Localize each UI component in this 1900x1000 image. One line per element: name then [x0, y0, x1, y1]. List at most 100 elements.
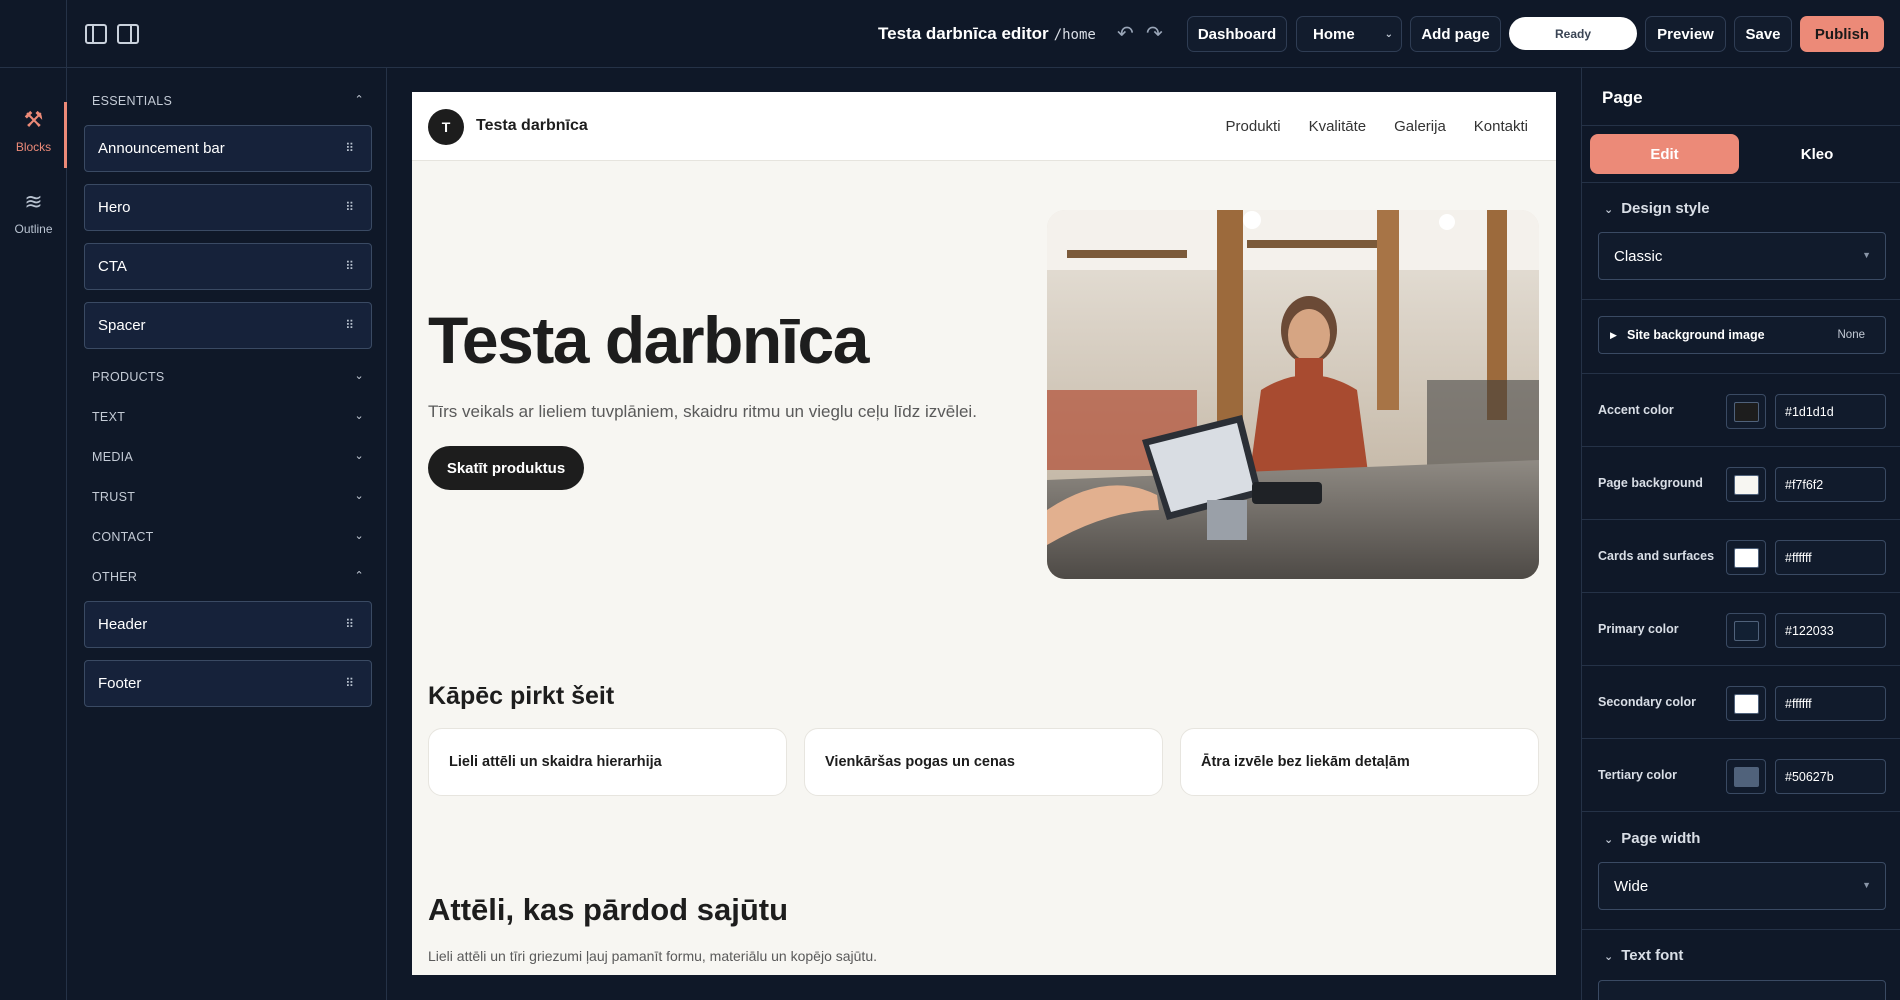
design-style-select[interactable]: Classic ▼: [1598, 232, 1886, 280]
block-item-label: Announcement bar: [98, 140, 225, 157]
undo-icon[interactable]: ↶: [1117, 24, 1134, 44]
rail-item-blocks-label: Blocks: [15, 140, 52, 154]
color-hex-input[interactable]: #50627b: [1775, 759, 1886, 794]
color-swatch-button[interactable]: [1726, 686, 1766, 721]
blocks-panel: ESSENTIALS ⌃ Announcement bar ⠿ Hero ⠿ C…: [68, 68, 387, 1000]
color-hex-input[interactable]: #1d1d1d: [1775, 394, 1886, 429]
color-swatch-button[interactable]: [1726, 467, 1766, 502]
color-label: Cards and surfaces: [1598, 549, 1715, 563]
preview-button[interactable]: Preview: [1645, 16, 1726, 52]
block-item-footer[interactable]: Footer ⠿: [84, 660, 372, 707]
section-essentials[interactable]: ESSENTIALS ⌃: [92, 94, 364, 108]
drag-handle-icon[interactable]: ⠿: [345, 318, 354, 332]
left-rail: ⚒ Blocks ≋ Outline: [0, 68, 67, 1000]
divider: [1582, 811, 1900, 812]
editor-title: Testa darbnīca editor/home: [878, 24, 1096, 44]
section-products[interactable]: PRODUCTS ⌄: [92, 370, 364, 384]
section-other[interactable]: OTHER ⌃: [92, 570, 364, 584]
chevron-down-icon: ▼: [1862, 880, 1871, 890]
section-contact[interactable]: CONTACT ⌄: [92, 530, 364, 544]
block-item-spacer[interactable]: Spacer ⠿: [84, 302, 372, 349]
drag-handle-icon[interactable]: ⠿: [345, 141, 354, 155]
page-preview[interactable]: T Testa darbnīca Produkti Kvalitāte Gale…: [412, 92, 1556, 975]
color-row-cards-surfaces: Cards and surfaces #ffffff: [1582, 527, 1900, 587]
color-swatch: [1734, 767, 1759, 787]
nav-link-kontakti[interactable]: Kontakti: [1474, 118, 1528, 135]
add-page-button[interactable]: Add page: [1410, 16, 1501, 52]
rail-item-blocks[interactable]: ⚒ Blocks: [0, 102, 67, 168]
divider: [1582, 519, 1900, 520]
why-section-title: Kāpēc pirkt šeit: [428, 682, 615, 710]
drag-handle-icon[interactable]: ⠿: [345, 200, 354, 214]
caret-right-icon: ▶: [1610, 330, 1617, 340]
color-hex-input[interactable]: #f7f6f2: [1775, 467, 1886, 502]
block-item-label: Hero: [98, 199, 131, 216]
section-text-font[interactable]: ⌄ Text font: [1604, 947, 1683, 964]
block-item-cta[interactable]: CTA ⠿: [84, 243, 372, 290]
chevron-down-icon: ⌄: [354, 370, 364, 382]
chevron-down-icon: ▼: [1862, 250, 1871, 260]
section-page-width[interactable]: ⌄ Page width: [1604, 830, 1700, 847]
drag-handle-icon[interactable]: ⠿: [345, 676, 354, 690]
page-select[interactable]: Home ⌄: [1296, 16, 1402, 52]
publish-button[interactable]: Publish: [1800, 16, 1884, 52]
chevron-down-icon: ⌄: [1604, 834, 1614, 846]
feature-card: Lieli attēli un skaidra hierarhija: [428, 728, 787, 796]
site-background-image-toggle[interactable]: ▶ Site background image None: [1598, 316, 1886, 354]
top-bar: Testa darbnīca editor/home ↶ ↷ Dashboard…: [0, 0, 1900, 68]
color-row-tertiary: Tertiary color #50627b: [1582, 746, 1900, 806]
block-item-hero[interactable]: Hero ⠿: [84, 184, 372, 231]
section-text[interactable]: TEXT ⌄: [92, 410, 364, 424]
divider: [1582, 299, 1900, 300]
color-label: Page background: [1598, 476, 1703, 490]
divider: [1582, 738, 1900, 739]
toggle-left-panel-icon[interactable]: [85, 24, 107, 44]
save-button[interactable]: Save: [1734, 16, 1792, 52]
tab-kleo[interactable]: Kleo: [1742, 134, 1892, 174]
block-item-announcement-bar[interactable]: Announcement bar ⠿: [84, 125, 372, 172]
nav-link-kvalitate[interactable]: Kvalitāte: [1309, 118, 1367, 135]
rail-item-outline[interactable]: ≋ Outline: [0, 190, 67, 237]
drag-handle-icon[interactable]: ⠿: [345, 259, 354, 273]
section-text-label: TEXT: [92, 410, 126, 424]
color-label: Accent color: [1598, 403, 1674, 417]
text-font-select[interactable]: [1598, 980, 1886, 1000]
hero-image: [1047, 210, 1539, 579]
section-media[interactable]: MEDIA ⌄: [92, 450, 364, 464]
section-essentials-label: ESSENTIALS: [92, 94, 173, 108]
color-swatch-button[interactable]: [1726, 394, 1766, 429]
page-width-select[interactable]: Wide ▼: [1598, 862, 1886, 910]
hero-photo-illustration: [1047, 210, 1539, 579]
site-background-image-value: None: [1837, 329, 1866, 341]
drag-handle-icon[interactable]: ⠿: [345, 617, 354, 631]
color-swatch-button[interactable]: [1726, 613, 1766, 648]
hero-title: Testa darbnīca: [428, 303, 869, 377]
section-trust-label: TRUST: [92, 490, 136, 504]
block-item-label: Header: [98, 616, 148, 633]
divider: [1582, 125, 1900, 126]
color-swatch: [1734, 402, 1759, 422]
redo-icon[interactable]: ↷: [1146, 24, 1163, 44]
hero-cta-button[interactable]: Skatīt produktus: [428, 446, 584, 490]
toggle-right-panel-icon[interactable]: [117, 24, 139, 44]
block-item-header[interactable]: Header ⠿: [84, 601, 372, 648]
chevron-down-icon: ⌄: [1604, 204, 1614, 216]
section-other-label: OTHER: [92, 570, 138, 584]
tab-edit[interactable]: Edit: [1590, 134, 1739, 174]
color-swatch-button[interactable]: [1726, 540, 1766, 575]
section-design-style[interactable]: ⌄ Design style: [1604, 200, 1710, 217]
color-row-secondary: Secondary color #ffffff: [1582, 673, 1900, 733]
dashboard-button[interactable]: Dashboard: [1187, 16, 1287, 52]
nav-link-produkti[interactable]: Produkti: [1226, 118, 1281, 135]
divider: [1582, 929, 1900, 930]
section-trust[interactable]: TRUST ⌄: [92, 490, 364, 504]
color-swatch-button[interactable]: [1726, 759, 1766, 794]
site-header[interactable]: T Testa darbnīca Produkti Kvalitāte Gale…: [412, 92, 1556, 161]
section-contact-label: CONTACT: [92, 530, 154, 544]
color-hex-input[interactable]: #ffffff: [1775, 686, 1886, 721]
hero-subtitle: Tīrs veikals ar lieliem tuvplāniem, skai…: [428, 402, 977, 421]
nav-link-galerija[interactable]: Galerija: [1394, 118, 1446, 135]
color-hex-input[interactable]: #ffffff: [1775, 540, 1886, 575]
color-hex-input[interactable]: #122033: [1775, 613, 1886, 648]
rail-item-outline-label: Outline: [14, 222, 53, 236]
